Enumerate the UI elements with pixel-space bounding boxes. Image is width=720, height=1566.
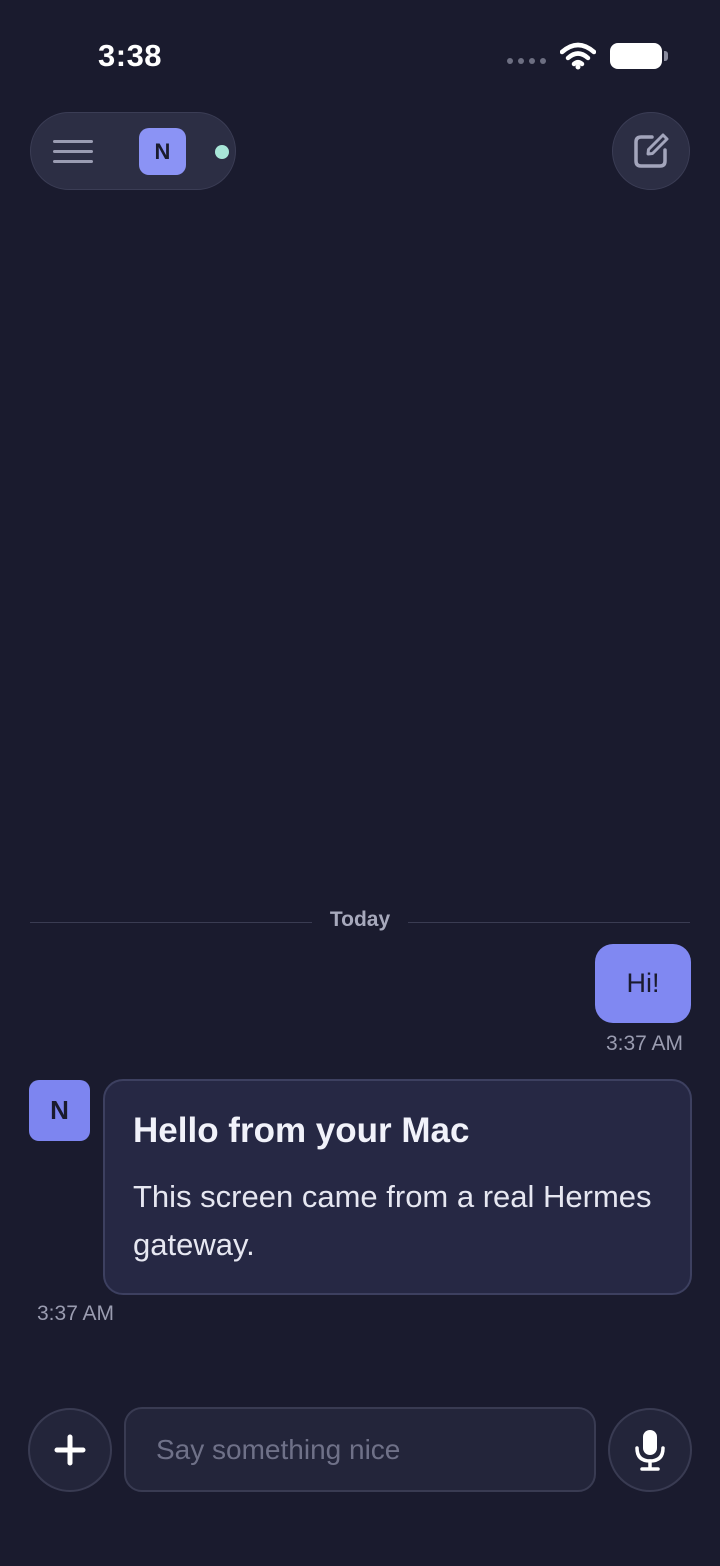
online-status-dot [215,145,229,159]
chat-screen: 3:38 N Today Hi! 3:37 AM N Hello from yo… [0,0,720,1566]
microphone-icon [635,1430,665,1471]
voice-input-button[interactable] [608,1408,692,1492]
session-pill: N [30,112,236,190]
status-time: 3:38 [98,38,163,73]
incoming-message-bubble[interactable]: Hello from your Mac This screen came fro… [103,1079,692,1295]
message-input-container [124,1407,596,1492]
battery-icon [610,43,668,69]
outgoing-message-bubble[interactable]: Hi! [595,944,691,1023]
wifi-icon [560,42,596,70]
message-timestamp: 3:37 AM [605,1032,683,1055]
attach-button[interactable] [28,1408,112,1492]
day-divider: Today [30,908,690,938]
message-timestamp: 3:37 AM [37,1302,115,1325]
compose-icon [634,133,669,168]
divider-label: Today [329,908,391,931]
new-chat-button[interactable] [612,112,690,190]
agent-avatar: N [29,1080,90,1141]
plus-icon [54,1434,86,1466]
hamburger-icon [53,139,93,143]
divider-line [408,922,690,923]
cellular-signal-icon [507,58,546,64]
status-indicators [507,42,668,70]
message-text: This screen came from a real Hermes gate… [133,1179,652,1262]
message-input[interactable] [156,1433,564,1466]
message-text: Hi! [626,968,660,998]
message-heading: Hello from your Mac [133,1111,470,1150]
menu-button[interactable] [49,131,97,171]
agent-avatar-button[interactable]: N [139,128,186,175]
